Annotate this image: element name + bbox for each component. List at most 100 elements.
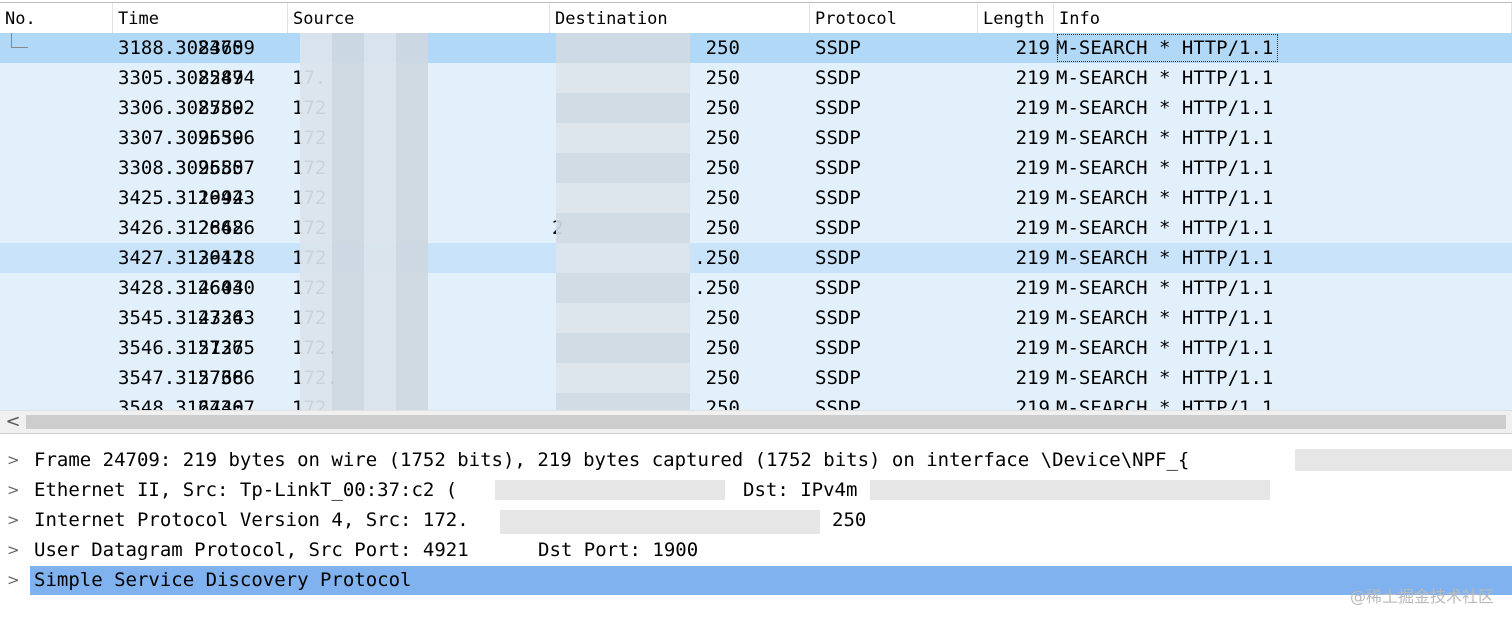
packet-list-header: No. Time Source Destination Protocol Len… xyxy=(0,2,1512,34)
cell-time: 3188.308365 xyxy=(118,37,244,59)
cell-info: M-SEARCH * HTTP/1.1 xyxy=(1056,187,1274,209)
cell-protocol: SSDP xyxy=(815,37,861,59)
cell-length: 219 xyxy=(1015,127,1050,149)
scroll-left-icon[interactable]: < xyxy=(3,411,23,433)
tree-item-label: Frame 24709: 219 bytes on wire (1752 bit… xyxy=(34,449,1190,471)
cell-length: 219 xyxy=(1015,337,1050,359)
cell-protocol: SSDP xyxy=(815,217,861,239)
tree-item-frame[interactable]: > Frame 24709: 219 bytes on wire (1752 b… xyxy=(0,445,1512,475)
tree-connector-icon xyxy=(11,33,28,48)
redaction-blur xyxy=(1295,449,1512,471)
tree-item-label: Ethernet II, Src: Tp-LinkT_00:37:c2 ( xyxy=(34,479,458,501)
tree-item-ipv4[interactable]: > Internet Protocol Version 4, Src: 172.… xyxy=(0,505,1512,535)
cell-time: 3545.314324 xyxy=(118,307,244,329)
cell-info: M-SEARCH * HTTP/1.1 xyxy=(1056,277,1274,299)
cell-protocol: SSDP xyxy=(815,67,861,89)
cell-protocol: SSDP xyxy=(815,307,861,329)
cell-info: M-SEARCH * HTTP/1.1 xyxy=(1056,127,1274,149)
column-header-time[interactable]: Time xyxy=(113,3,288,33)
chevron-right-icon[interactable]: > xyxy=(7,535,20,565)
cell-time: 3546.315127 xyxy=(118,337,244,359)
table-row[interactable]: 25502 3306.308789 172 250 SSDP 219 M-SEA… xyxy=(0,93,1512,123)
cell-time: 3426.312868 xyxy=(118,217,244,239)
redaction-blur-source xyxy=(300,33,428,410)
column-header-destination[interactable]: Destination xyxy=(550,3,810,33)
cell-info: M-SEARCH * HTTP/1.1 xyxy=(1056,367,1274,389)
cell-protocol: SSDP xyxy=(815,127,861,149)
tree-item-ssdp[interactable]: > Simple Service Discovery Protocol xyxy=(0,565,1512,595)
table-row[interactable]: 26430 3428.314604 172 .250 SSDP 219 M-SE… xyxy=(0,273,1512,303)
redaction-blur xyxy=(495,480,725,500)
redaction-blur-destination xyxy=(556,33,690,410)
cell-protocol: SSDP xyxy=(815,247,861,269)
watermark: @稀土掘金技术社区 xyxy=(1349,587,1494,606)
cell-protocol: SSDP xyxy=(815,157,861,179)
cell-info: M-SEARCH * HTTP/1.1 xyxy=(1056,97,1274,119)
cell-length: 219 xyxy=(1015,397,1050,410)
scrollbar-thumb[interactable] xyxy=(26,415,1506,429)
cell-protocol: SSDP xyxy=(815,337,861,359)
column-header-source[interactable]: Source xyxy=(288,3,550,33)
packet-rows: 24709 3188.308365 250 SSDP 219 M-SEARCH … xyxy=(0,33,1512,410)
cell-length: 219 xyxy=(1015,217,1050,239)
table-row[interactable]: 25474 3305.308289 17. 250 SSDP 219 M-SEA… xyxy=(0,63,1512,93)
cell-time: 3306.308789 xyxy=(118,97,244,119)
tree-item-udp[interactable]: > User Datagram Protocol, Src Port: 4921… xyxy=(0,535,1512,565)
cell-protocol: SSDP xyxy=(815,97,861,119)
horizontal-scrollbar[interactable]: < xyxy=(0,410,1512,434)
redaction-blur xyxy=(870,480,1270,500)
table-row[interactable]: 27365 3546.315127 172. 250 SSDP 219 M-SE… xyxy=(0,333,1512,363)
cell-info: M-SEARCH * HTTP/1.1 xyxy=(1056,67,1274,89)
chevron-right-icon[interactable]: > xyxy=(7,565,20,595)
cell-time: 3425.311994 xyxy=(118,187,244,209)
redaction-blur xyxy=(500,510,820,534)
chevron-right-icon[interactable]: > xyxy=(7,445,20,475)
table-row[interactable]: 26426 3426.312868 172 2 250 SSDP 219 M-S… xyxy=(0,213,1512,243)
column-header-protocol[interactable]: Protocol xyxy=(810,3,978,33)
column-header-no[interactable]: No. xyxy=(0,3,113,33)
tree-item-ethernet[interactable]: > Ethernet II, Src: Tp-LinkT_00:37:c2 ( … xyxy=(0,475,1512,505)
cell-time: 3547.315768 xyxy=(118,367,244,389)
tree-item-label: Internet Protocol Version 4, Src: 172. xyxy=(34,509,469,531)
tree-item-label: User Datagram Protocol, Src Port: 4921 xyxy=(34,539,469,561)
cell-length: 219 xyxy=(1015,307,1050,329)
column-header-info[interactable]: Info xyxy=(1054,3,1512,33)
cell-info: M-SEARCH * HTTP/1.1 xyxy=(1056,217,1274,239)
chevron-right-icon[interactable]: > xyxy=(7,505,20,535)
cell-length: 219 xyxy=(1015,37,1050,59)
cell-length: 219 xyxy=(1015,277,1050,299)
tree-item-label: Simple Service Discovery Protocol xyxy=(34,569,412,591)
table-row[interactable]: 25506 3307.309639 172 250 SSDP 219 M-SEA… xyxy=(0,123,1512,153)
cell-time: 3428.314604 xyxy=(118,277,244,299)
table-row[interactable]: 27366 3547.315768 172. 250 SSDP 219 M-SE… xyxy=(0,363,1512,393)
tree-item-label-dst: Dst Port: 1900 xyxy=(538,539,699,561)
packet-details-tree[interactable]: > Frame 24709: 219 bytes on wire (1752 b… xyxy=(0,441,1512,621)
cell-info: M-SEARCH * HTTP/1.1 xyxy=(1056,33,1279,63)
table-row[interactable]: 27367 3548.316440 172 250 SSDP 219 M-SEA… xyxy=(0,393,1512,410)
cell-protocol: SSDP xyxy=(815,277,861,299)
column-header-length[interactable]: Length xyxy=(978,3,1054,33)
cell-length: 219 xyxy=(1015,67,1050,89)
chevron-right-icon[interactable]: > xyxy=(7,475,20,505)
cell-length: 219 xyxy=(1015,187,1050,209)
cell-length: 219 xyxy=(1015,247,1050,269)
cell-info: M-SEARCH * HTTP/1.1 xyxy=(1056,157,1274,179)
cell-protocol: SSDP xyxy=(815,187,861,209)
cell-time: 3307.309639 xyxy=(118,127,244,149)
cell-protocol: SSDP xyxy=(815,397,861,410)
cell-info: M-SEARCH * HTTP/1.1 xyxy=(1056,337,1274,359)
cell-info: M-SEARCH * HTTP/1.1 xyxy=(1056,247,1274,269)
table-row[interactable]: 25507 3308.309685 172 250 SSDP 219 M-SEA… xyxy=(0,153,1512,183)
table-row[interactable]: 26428 3427.313911 172 .250 SSDP 219 M-SE… xyxy=(0,243,1512,273)
cell-length: 219 xyxy=(1015,97,1050,119)
packet-list[interactable]: No. Time Source Destination Protocol Len… xyxy=(0,0,1512,410)
table-row[interactable]: 26423 3425.311994 172 250 SSDP 219 M-SEA… xyxy=(0,183,1512,213)
cell-time: 3308.309685 xyxy=(118,157,244,179)
cell-time: 3548.316440 xyxy=(118,397,244,410)
table-row[interactable]: 24709 3188.308365 250 SSDP 219 M-SEARCH … xyxy=(0,33,1512,63)
cell-time: 3427.313911 xyxy=(118,247,244,269)
cell-time: 3305.308289 xyxy=(118,67,244,89)
tree-item-label-dst: 250 xyxy=(832,509,867,531)
cell-length: 219 xyxy=(1015,157,1050,179)
table-row[interactable]: 27363 3545.314324 172 250 SSDP 219 M-SEA… xyxy=(0,303,1512,333)
